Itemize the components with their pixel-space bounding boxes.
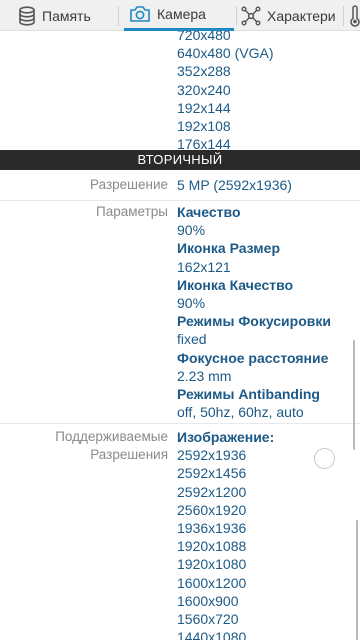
resolution-value: 1920x1080 [177, 556, 247, 573]
resolution-value: 2592x1936 [177, 447, 247, 464]
network-icon [241, 6, 261, 26]
supported-label-line: Поддерживаемые [55, 429, 168, 444]
resolution-value: 1440x1080 [177, 629, 247, 640]
resolution-value: 2560x1920 [177, 501, 247, 518]
supported-resolutions-list: Изображение: 2592x1936 2592x1456 2592x12… [177, 428, 274, 640]
parameter-name: Иконка Размер [177, 240, 280, 257]
parameter-value: off, 50hz, 60hz, auto [177, 404, 304, 421]
tab-separator [343, 6, 344, 26]
resolution-value: 1920x1088 [177, 538, 247, 555]
resolution-value: 1560x720 [177, 610, 239, 627]
parameter-name: Иконка Качество [177, 276, 294, 293]
tab-separator [236, 6, 237, 26]
resolution-value: 1936x1936 [177, 519, 247, 536]
row-divider [0, 423, 360, 424]
scrollbar-thumb[interactable] [356, 520, 358, 640]
tab-memory-label: Память [42, 7, 91, 24]
touch-indicator [314, 448, 335, 469]
resolution-value: 320x240 [177, 81, 231, 98]
parameter-value: 2.23 mm [177, 367, 232, 384]
tab-memory[interactable]: Память [0, 0, 116, 31]
supported-label-line: Разрешения [90, 447, 168, 463]
camera-icon [129, 4, 151, 24]
resolution-value: 2592x1200 [177, 483, 247, 500]
resolution-value: 352x288 [177, 63, 231, 80]
tab-bar: Память Камера Характери [0, 0, 360, 31]
parameter-value: 90% [177, 294, 206, 311]
parameter-name: Режимы Фокусировки [177, 313, 331, 330]
parameter-value: fixed [177, 331, 207, 348]
resolution-value: 5 MP (2592x1936) [177, 177, 292, 193]
database-icon [18, 5, 36, 26]
parameter-value: 90% [177, 222, 206, 239]
resolution-value: 192x144 [177, 99, 231, 116]
parameter-name: Качество [177, 204, 241, 220]
resolution-value: 1600x900 [177, 592, 239, 609]
supported-resolutions-label: Поддерживаемые Разрешения [55, 428, 168, 464]
tab-features[interactable]: Характери [239, 0, 349, 31]
tab-camera[interactable]: Камера [124, 0, 234, 31]
resolution-value: 192x108 [177, 117, 231, 134]
tab-thermal[interactable] [345, 0, 360, 31]
parameters-list: Качество 90% Иконка Размер 162x121 Иконк… [177, 203, 331, 421]
scrollbar-thumb[interactable] [353, 340, 355, 450]
section-header-secondary: ВТОРИЧНЫЙ [0, 150, 360, 170]
resolution-value: 640x480 (VGA) [177, 45, 274, 62]
image-heading: Изображение: [177, 429, 275, 445]
tab-separator [118, 6, 119, 26]
parameter-name: Фокусное расстояние [177, 349, 329, 366]
thermometer-icon [348, 4, 360, 27]
resolution-value: 2592x1456 [177, 465, 247, 482]
tab-camera-label: Камера [157, 6, 206, 22]
primary-resolutions-list: 720x480 640x480 (VGA) 352x288 320x240 19… [177, 31, 274, 153]
camera-details-list[interactable]: 720x480 640x480 (VGA) 352x288 320x240 19… [0, 31, 360, 640]
parameter-name: Режимы Antibanding [177, 385, 320, 402]
parameter-value: 162x121 [177, 258, 231, 275]
parameters-label: Параметры [96, 204, 168, 219]
resolution-label: Разрешение [90, 177, 168, 192]
resolution-value: 1600x1200 [177, 574, 247, 591]
row-divider [0, 200, 360, 201]
tab-features-label: Характери [267, 7, 336, 24]
resolution-value: 720x480 [177, 31, 231, 43]
